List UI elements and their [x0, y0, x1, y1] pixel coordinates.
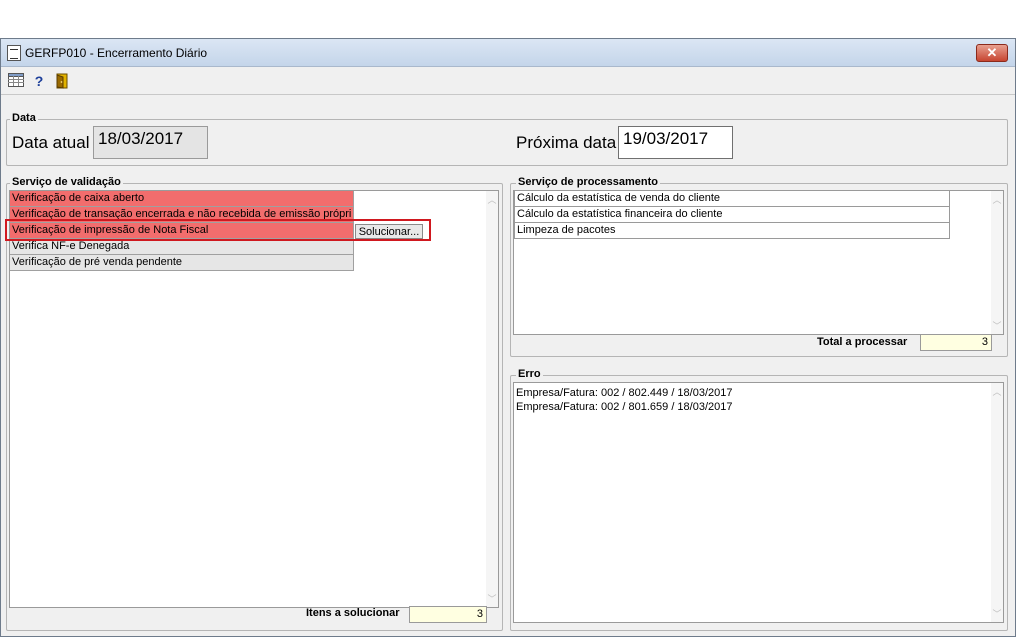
toolbar: ? [1, 67, 1015, 95]
scroll-down-icon[interactable]: ﹀ [991, 607, 1003, 620]
date-group-legend: Data [10, 112, 38, 124]
title-bar[interactable]: GERFP010 - Encerramento Diário ✕ [1, 39, 1015, 67]
validation-item-pre-sale-pending[interactable]: Verificação de pré venda pendente [10, 255, 354, 271]
processing-group-legend: Serviço de processamento [516, 176, 661, 188]
error-line: Empresa/Fatura: 002 / 802.449 / 18/03/20… [516, 387, 733, 399]
current-date-field: 18/03/2017 [93, 126, 208, 159]
processing-item-sales-stats[interactable]: Cálculo da estatística de venda do clien… [514, 191, 950, 207]
highlight-box [5, 219, 431, 241]
document-icon [7, 45, 21, 61]
scroll-up-icon[interactable]: ︿ [486, 193, 498, 206]
error-group-legend: Erro [516, 368, 543, 380]
items-to-solve-label: Itens a solucionar [306, 607, 400, 619]
validation-item-cash-open[interactable]: Verificação de caixa aberto [10, 191, 354, 207]
processing-scrollbar[interactable]: ︿ ﹀ [991, 191, 1003, 334]
validation-item-nfe-denied[interactable]: Verifica NF-e Denegada [10, 239, 354, 255]
window-title: GERFP010 - Encerramento Diário [25, 46, 208, 60]
validation-group-legend: Serviço de validação [10, 176, 123, 188]
validation-scrollbar[interactable]: ︿ ﹀ [486, 191, 498, 607]
error-textarea[interactable]: Empresa/Fatura: 002 / 802.449 / 18/03/20… [513, 382, 1004, 623]
error-scrollbar[interactable]: ︿ ﹀ [991, 383, 1003, 622]
scroll-down-icon[interactable]: ﹀ [991, 319, 1003, 332]
next-date-label: Próxima data [516, 133, 617, 152]
processing-item-financial-stats[interactable]: Cálculo da estatística financeira do cli… [514, 207, 950, 223]
current-date-label: Data atual [12, 133, 90, 152]
scroll-down-icon[interactable]: ﹀ [486, 592, 498, 605]
grid-icon[interactable] [7, 73, 25, 89]
total-to-process-field: 3 [920, 334, 992, 351]
main-window: GERFP010 - Encerramento Diário ✕ ? Data … [0, 38, 1016, 637]
help-icon[interactable]: ? [30, 73, 48, 89]
error-line: Empresa/Fatura: 002 / 801.659 / 18/03/20… [516, 401, 733, 413]
processing-item-package-cleanup[interactable]: Limpeza de pacotes [514, 223, 950, 239]
scroll-up-icon[interactable]: ︿ [991, 193, 1003, 206]
items-to-solve-field: 3 [409, 606, 487, 623]
processing-list[interactable]: Cálculo da estatística de venda do clien… [513, 190, 1004, 335]
exit-door-icon[interactable] [53, 73, 71, 89]
scroll-up-icon[interactable]: ︿ [991, 385, 1003, 398]
next-date-field[interactable]: 19/03/2017 [618, 126, 733, 159]
total-to-process-label: Total a processar [817, 336, 908, 348]
validation-list[interactable]: Verificação de caixa aberto Verificação … [9, 190, 499, 608]
close-button[interactable]: ✕ [976, 44, 1008, 62]
